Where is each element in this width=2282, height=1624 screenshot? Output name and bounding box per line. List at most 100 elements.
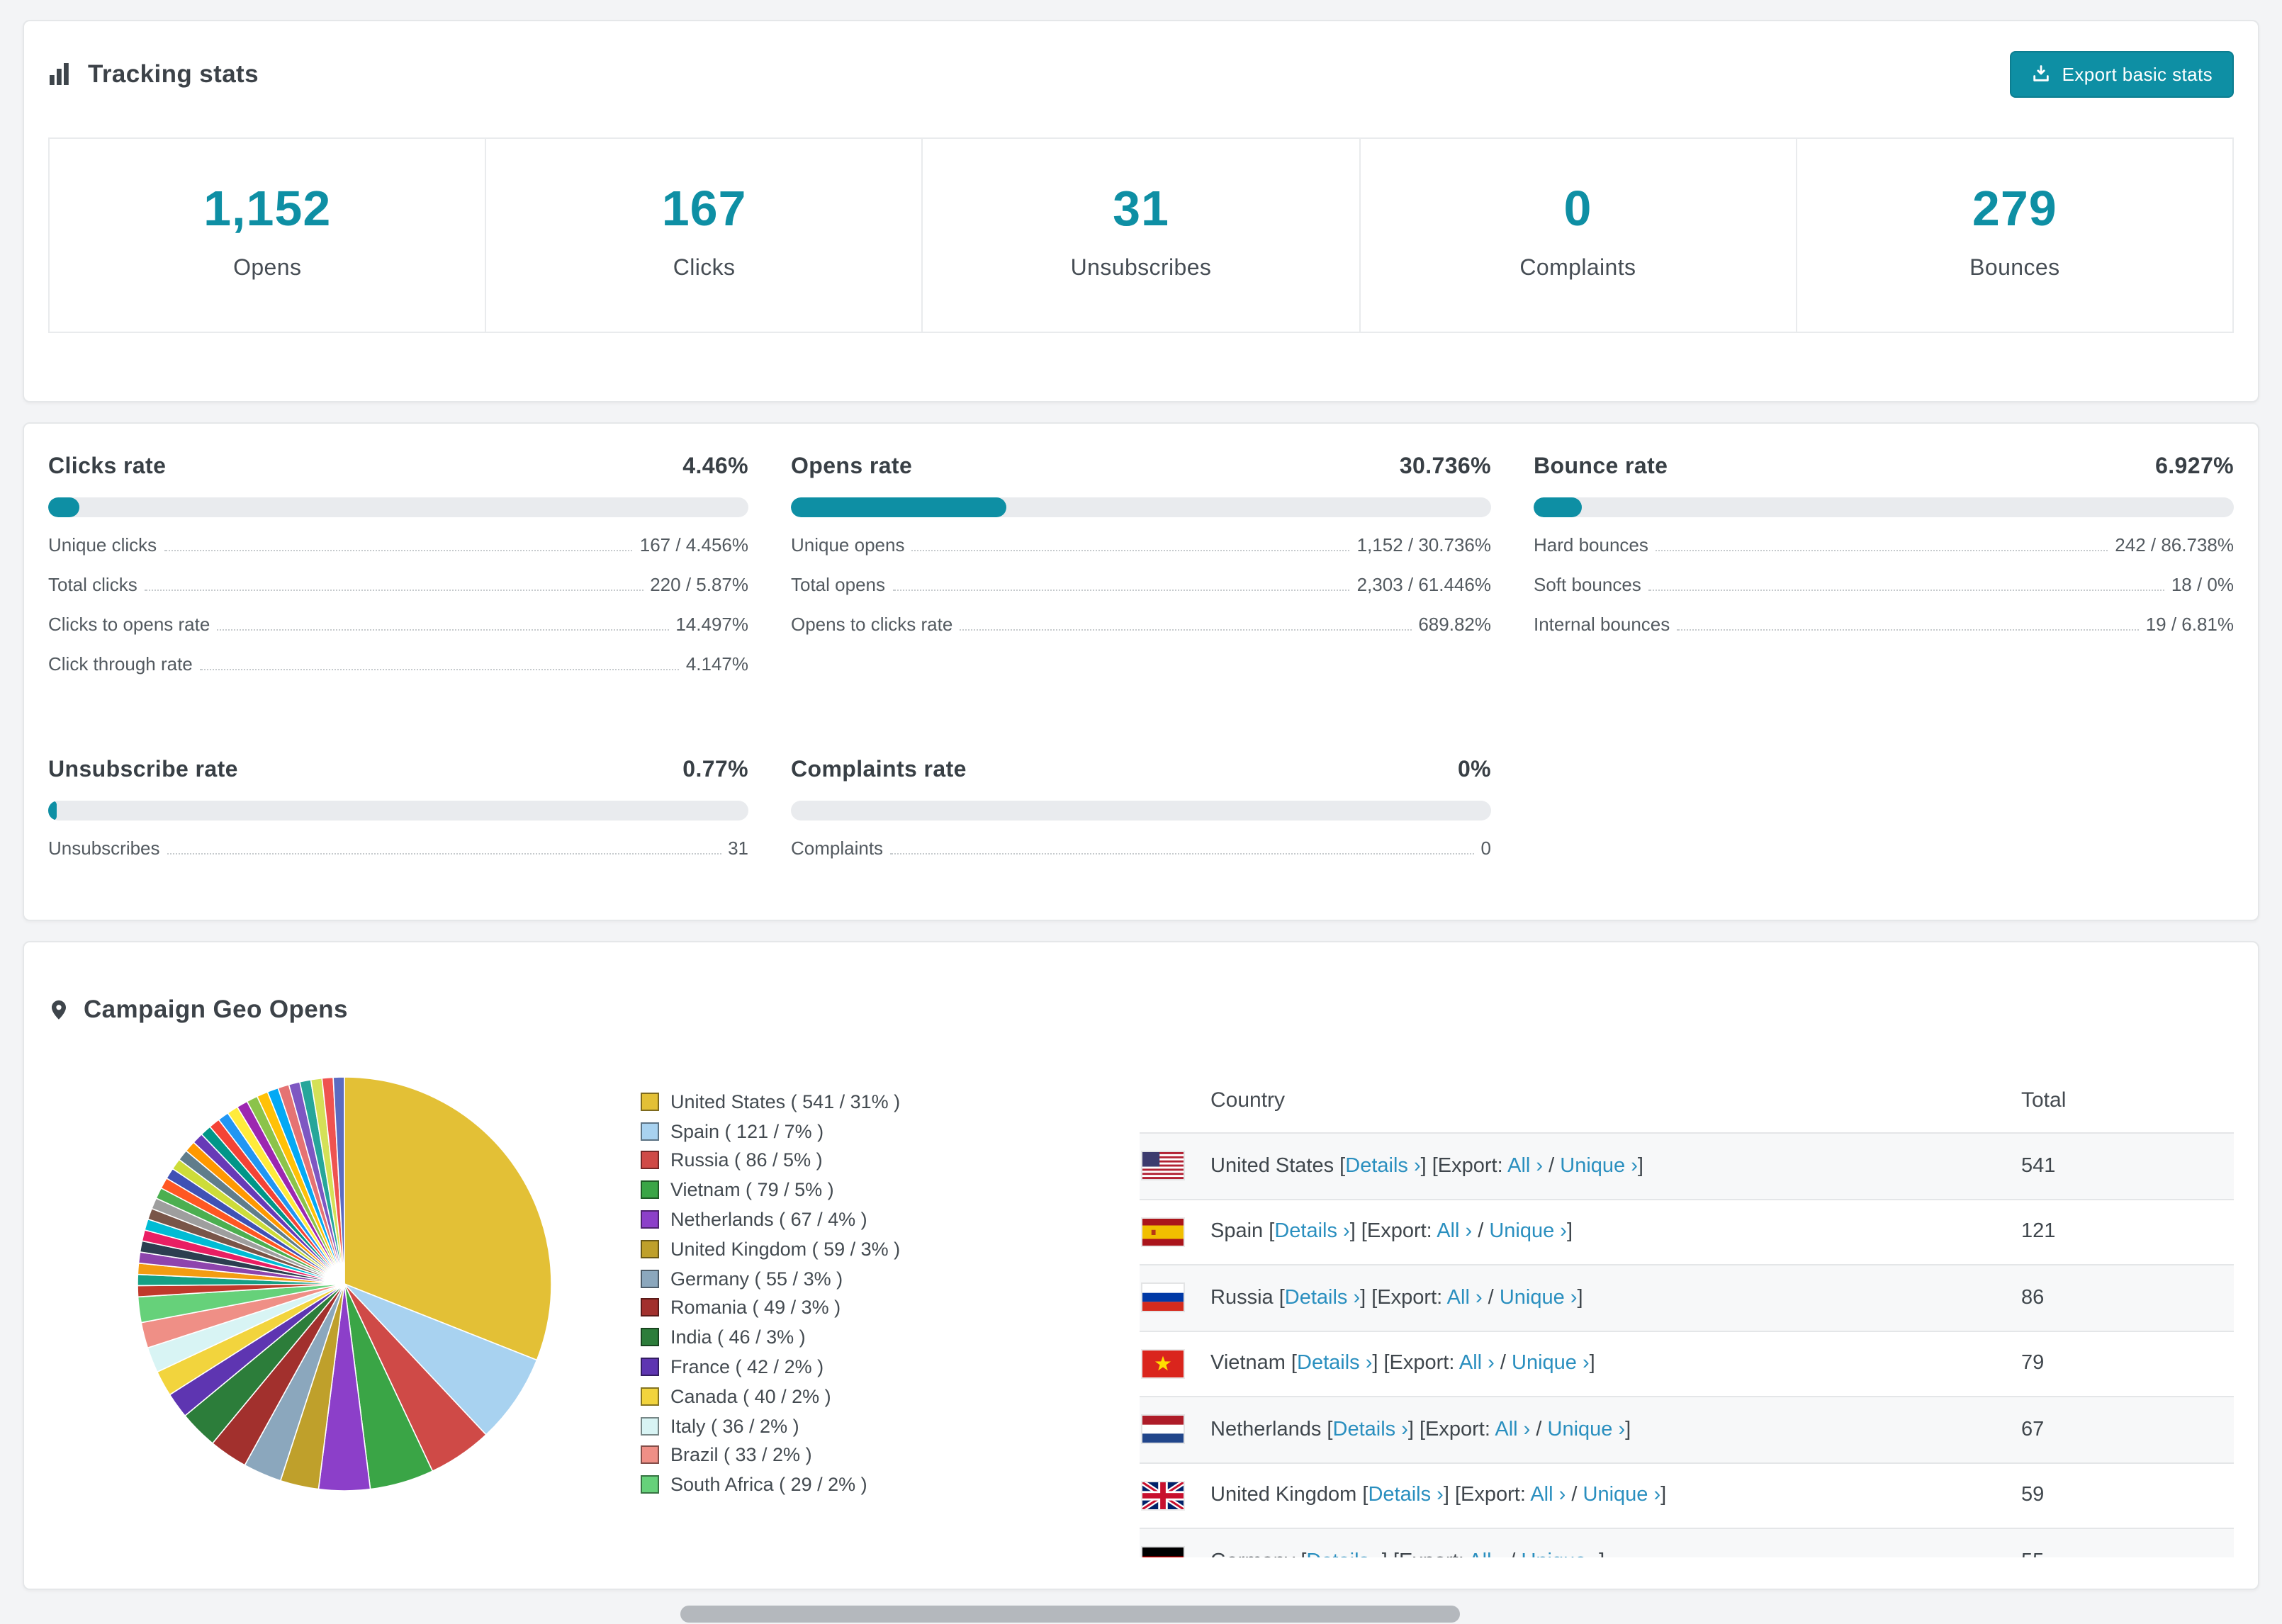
- legend-swatch: [641, 1151, 659, 1170]
- rate-row-value: 14.497%: [675, 614, 748, 635]
- column-header-country: Country: [1210, 1088, 1286, 1112]
- stat-box-complaints: 0 Complaints: [1359, 137, 1797, 333]
- campaign-geo-opens-card: Campaign Geo Opens United States ( 541 /…: [23, 941, 2259, 1590]
- rate-section-bounce-rate: Bounce rate 6.927% Hard bounces 242 / 86.73…: [1534, 455, 2234, 693]
- table-row-united-kingdom: United Kingdom [Details ›] [Export: All …: [1140, 1462, 2234, 1528]
- export-unique-link[interactable]: Unique ›: [1512, 1353, 1590, 1375]
- rate-row-label: Opens to clicks rate: [791, 614, 953, 635]
- total-value: 79: [2021, 1352, 2045, 1375]
- geo-header: Campaign Geo Opens: [48, 988, 2234, 1030]
- legend-swatch: [641, 1239, 659, 1258]
- stats-summary-row: 1,152 Opens 167 Clicks 31 Unsubscribes 0 Compla…: [48, 137, 2235, 333]
- dotted-leader: [167, 853, 721, 855]
- details-link[interactable]: Details ›: [1306, 1550, 1381, 1558]
- dotted-leader: [960, 629, 1412, 631]
- export-unique-link[interactable]: Unique ›: [1583, 1484, 1661, 1507]
- stat-value: 167: [661, 181, 747, 237]
- rate-progress-fill: [48, 497, 80, 517]
- legend-swatch: [641, 1298, 659, 1317]
- details-link[interactable]: Details ›: [1297, 1353, 1372, 1375]
- table-row-netherlands: Netherlands [Details ›] [Export: All › /…: [1140, 1396, 2234, 1462]
- table-row-united-states: United States [Details ›] [Export: All ›…: [1140, 1132, 2234, 1198]
- rate-title: Bounce rate: [1534, 455, 1668, 479]
- rate-row-unique-opens: Unique opens 1,152 / 30.736%: [791, 534, 1491, 574]
- details-link[interactable]: Details ›: [1345, 1155, 1420, 1178]
- stat-value: 279: [1972, 181, 2057, 237]
- rate-row-unique-clicks: Unique clicks 167 / 4.456%: [48, 534, 748, 574]
- rate-title: Opens rate: [791, 455, 913, 479]
- rate-row-value: 689.82%: [1418, 614, 1491, 635]
- details-link[interactable]: Details ›: [1368, 1484, 1443, 1507]
- total-value: 86: [2021, 1286, 2045, 1309]
- rate-row-label: Total opens: [791, 574, 885, 595]
- tracking-stats-header: Tracking stats Export basic stats: [48, 50, 2234, 97]
- total-value: 55: [2021, 1550, 2234, 1558]
- rate-row-unsubscribes: Unsubscribes 31: [48, 838, 748, 877]
- horizontal-scrollbar[interactable]: [680, 1606, 1460, 1623]
- legend-swatch: [641, 1092, 659, 1111]
- rate-progress-fill: [1534, 497, 1583, 517]
- country-cell: United States [Details ›] [Export: All ›…: [1210, 1154, 1643, 1178]
- export-all-link[interactable]: All ›: [1447, 1287, 1483, 1309]
- export-unique-link[interactable]: Unique ›: [1548, 1419, 1626, 1441]
- rate-progress-bar: [48, 497, 748, 517]
- export-unique-link[interactable]: Unique ›: [1521, 1550, 1599, 1558]
- stat-box-unsubscribes: 31 Unsubscribes: [921, 137, 1361, 333]
- rate-row-opens-to-clicks-rate: Opens to clicks rate 689.82%: [791, 614, 1491, 653]
- details-link[interactable]: Details ›: [1285, 1287, 1360, 1309]
- rate-row-value: 0: [1480, 838, 1491, 859]
- details-link[interactable]: Details ›: [1333, 1419, 1408, 1441]
- export-all-link[interactable]: All ›: [1530, 1484, 1566, 1507]
- rate-head: Bounce rate 6.927%: [1534, 455, 2234, 483]
- rate-value: 6.927%: [2155, 455, 2234, 479]
- legend-item-germany: Germany ( 55 / 3% ): [641, 1264, 1140, 1294]
- country-cell: Russia [Details ›] [Export: All › / Uniq…: [1210, 1286, 1583, 1309]
- country-cell: Netherlands [Details ›] [Export: All › /…: [1210, 1418, 1631, 1441]
- legend-item-brazil: Brazil ( 33 / 2% ): [641, 1440, 1140, 1470]
- rate-value: 30.736%: [1399, 455, 1491, 479]
- rate-progress-bar: [791, 801, 1491, 821]
- rate-row-value: 242 / 86.738%: [2115, 534, 2234, 556]
- stat-value: 31: [1113, 181, 1169, 237]
- tracking-stats-title: Tracking stats: [88, 59, 259, 87]
- rate-progress-fill: [791, 497, 1006, 517]
- flag-spain-icon: [1140, 1217, 1210, 1247]
- legend-swatch: [641, 1416, 659, 1436]
- export-unique-link[interactable]: Unique ›: [1500, 1287, 1578, 1309]
- export-all-link[interactable]: All ›: [1495, 1419, 1530, 1441]
- flag-netherlands-icon: [1140, 1414, 1210, 1445]
- dotted-leader: [144, 590, 643, 591]
- rate-progress-bar: [791, 497, 1491, 517]
- legend-swatch: [641, 1475, 659, 1494]
- geo-table-header: Country Total: [1140, 1067, 2234, 1132]
- legend-item-south-africa: South Africa ( 29 / 2% ): [641, 1470, 1140, 1500]
- rate-section-clicks-rate: Clicks rate 4.46% Unique clicks 167 / 4.456…: [48, 455, 748, 693]
- legend-swatch: [641, 1210, 659, 1229]
- export-unique-link[interactable]: Unique ›: [1560, 1155, 1638, 1178]
- details-link[interactable]: Details ›: [1274, 1221, 1349, 1244]
- legend-label: Spain ( 121 / 7% ): [670, 1120, 824, 1142]
- stat-label: Complaints: [1519, 256, 1636, 281]
- dotted-leader: [911, 550, 1350, 551]
- dashboard-page: Tracking stats Export basic stats 1,152 O…: [0, 0, 2282, 1624]
- legend-item-canada: Canada ( 40 / 2% ): [641, 1382, 1140, 1411]
- export-basic-stats-button[interactable]: Export basic stats: [2009, 50, 2234, 97]
- legend-label: Italy ( 36 / 2% ): [670, 1415, 799, 1437]
- dotted-leader: [1677, 629, 2139, 631]
- country-name: Spain: [1210, 1220, 1264, 1244]
- rate-row-click-through-rate: Click through rate 4.147%: [48, 653, 748, 693]
- flag-united-states-icon: [1140, 1151, 1210, 1181]
- rate-title: Complaints rate: [791, 758, 967, 782]
- export-all-link[interactable]: All ›: [1468, 1550, 1504, 1558]
- export-unique-link[interactable]: Unique ›: [1489, 1221, 1567, 1244]
- export-all-link[interactable]: All ›: [1437, 1221, 1472, 1244]
- export-all-link[interactable]: All ›: [1459, 1353, 1495, 1375]
- tracking-stats-card: Tracking stats Export basic stats 1,152 O…: [23, 20, 2259, 402]
- country-name: Russia: [1210, 1286, 1274, 1309]
- rate-row-label: Internal bounces: [1534, 614, 1670, 635]
- rate-section-opens-rate: Opens rate 30.736% Unique opens 1,152 / 30.…: [791, 455, 1491, 693]
- stat-label: Clicks: [673, 256, 736, 281]
- rate-row-label: Unique clicks: [48, 534, 157, 556]
- export-all-link[interactable]: All ›: [1507, 1155, 1543, 1178]
- rate-row-complaints: Complaints 0: [791, 838, 1491, 877]
